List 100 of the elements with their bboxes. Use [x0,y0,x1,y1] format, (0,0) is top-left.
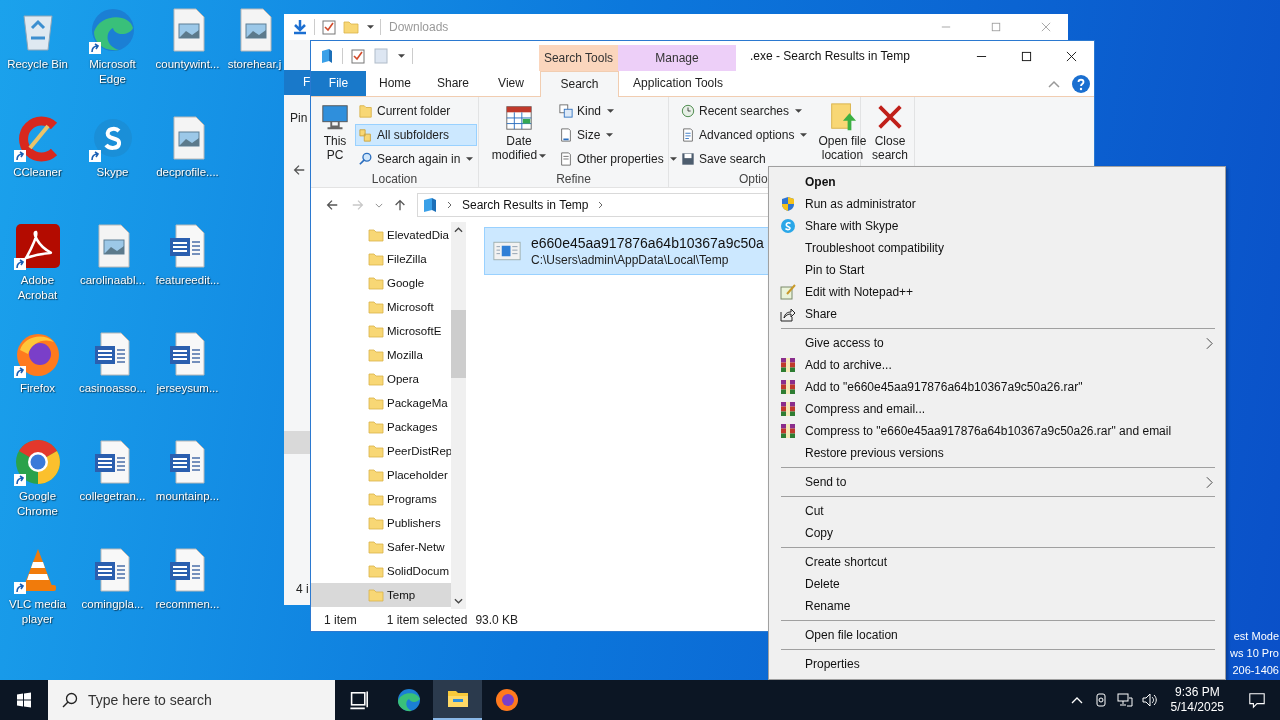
status-text: 4 i [295,582,310,596]
download-arrow-icon [292,19,308,35]
menu-item[interactable]: Create shortcut [771,551,1223,573]
folder-tree-item[interactable]: Publishers [311,511,451,535]
ribbon-tab[interactable]: File [311,71,366,96]
app-icon [13,438,62,486]
menu-item[interactable]: Delete [771,573,1223,595]
chevron-down-icon[interactable] [375,202,383,208]
collapse-ribbon-icon[interactable] [1048,79,1060,88]
menu-item[interactable]: Send to [771,471,1223,493]
folder-tree-item[interactable]: Microsoft [311,295,451,319]
archive-icon [780,401,796,417]
folder-icon [359,104,373,118]
desktop-mode-text: 206-1406 [1232,663,1279,678]
ribbon-button[interactable]: Current folder [355,100,478,122]
ribbon-button[interactable]: All subfolders [355,124,478,146]
folder-icon [368,251,384,267]
menu-item[interactable]: Restore previous versions [771,442,1223,464]
menu-item[interactable]: Give access to [771,332,1223,354]
window-title: .exe - Search Results in Temp [749,49,910,63]
ribbon-tab[interactable]: Application Tools [619,71,737,96]
folder-icon [368,275,384,291]
folder-icon [368,539,384,555]
window-title: Downloads [389,20,449,34]
computer-icon [319,48,335,64]
menu-item[interactable]: Edit with Notepad++ [771,281,1223,303]
ribbon-tab[interactable]: View [482,71,540,96]
clock-icon [681,104,695,118]
folder-tree-item[interactable]: Opera [311,367,451,391]
folder-tree-item[interactable]: MicrosoftE [311,319,451,343]
scroll-up-icon[interactable] [454,227,463,233]
folder-icon [368,467,384,483]
ribbon-tab[interactable]: Home [366,71,424,96]
back-arrow-icon[interactable] [292,163,306,177]
folder-tree-item[interactable]: Mozilla [311,343,451,367]
clock[interactable]: 9:36 PM 5/14/2025 [1170,685,1224,715]
menu-item[interactable]: Open file location [771,624,1223,646]
menu-item[interactable]: Add to archive... [771,354,1223,376]
folder-tree-item[interactable]: Safer-Netw [311,535,451,559]
contextual-tab-header: Manage [618,45,736,71]
caret-icon [398,53,405,59]
folder-tree-item[interactable]: Google [311,271,451,295]
menu-item[interactable]: Copy [771,522,1223,544]
share-icon [780,306,796,322]
archive-icon [780,357,796,373]
folder-icon [368,395,384,411]
folder-tree-item[interactable]: Placeholder [311,463,451,487]
folder-tree-item[interactable]: FileZilla [311,247,451,271]
folder-icon [368,371,384,387]
folder-icon [368,299,384,315]
caret-icon [539,154,547,159]
ribbon-tab[interactable]: F [284,70,310,95]
group-label: Location [370,172,419,187]
menu-item[interactable]: Rename [771,595,1223,617]
folder-tree-item[interactable]: SolidDocum [311,559,451,583]
this-pc-button[interactable]: This PC [319,100,351,172]
scroll-thumb[interactable] [451,310,466,378]
skype-icon [780,218,796,234]
folder-tree-item[interactable]: Programs [311,487,451,511]
ribbon-tab[interactable]: Share [424,71,482,96]
folder-tree-item[interactable]: ElevatedDia [311,223,451,247]
ribbon-button[interactable]: Search again in [355,148,478,170]
breadcrumb-chevron-icon[interactable] [447,201,453,209]
folder-icon [368,515,384,531]
folder-icon [368,587,384,603]
folder-icon [368,347,384,363]
properties-icon [350,48,366,64]
menu-item[interactable]: Properties [771,653,1223,675]
folder-tree-item[interactable]: PeerDistRep [311,439,451,463]
shield-icon [780,196,796,212]
taskbar-app-button[interactable] [433,680,482,720]
date-modified-button[interactable]: Date modified [487,100,551,172]
breadcrumb-chevron-icon[interactable] [597,201,604,209]
taskbar-search-field[interactable]: Type here to search [48,680,335,720]
blank-page-icon [373,48,389,64]
folder-icon [368,419,384,435]
menu-item[interactable]: Compress and email... [771,398,1223,420]
folders-icon [359,128,373,142]
notepad-icon [780,284,796,300]
desktop-mode-text: est Mode [1233,629,1279,644]
folder-tree-item[interactable]: Temp [311,583,451,607]
status-text: 93.0 KB [475,613,519,627]
scrollbar[interactable] [451,222,466,609]
menu-item[interactable]: Cut [771,500,1223,522]
help-icon[interactable] [1072,74,1090,93]
group-label: Optio [739,172,768,187]
caret-icon [367,24,374,30]
folder-icon [368,323,384,339]
folder-tree-item[interactable]: PackageMa [311,391,451,415]
folder-tree-item[interactable]: Packages [311,415,451,439]
menu-item[interactable]: Add to "e660e45aa917876a64b10367a9c50a26.rar" [771,376,1223,398]
ribbon-tab[interactable]: Search [540,71,619,97]
menu-item[interactable]: Open [771,171,1223,193]
folder-icon [343,19,359,35]
menu-item[interactable]: Compress to "e660e45aa917876a64b10367a9c50a26.rar" and email [771,420,1223,442]
scroll-down-icon[interactable] [454,598,463,604]
desktop-mode-text: ws 10 Pro [1230,646,1279,661]
menu-item[interactable]: Share [771,303,1223,325]
application-file-icon [493,240,521,262]
computer-icon [320,102,350,132]
